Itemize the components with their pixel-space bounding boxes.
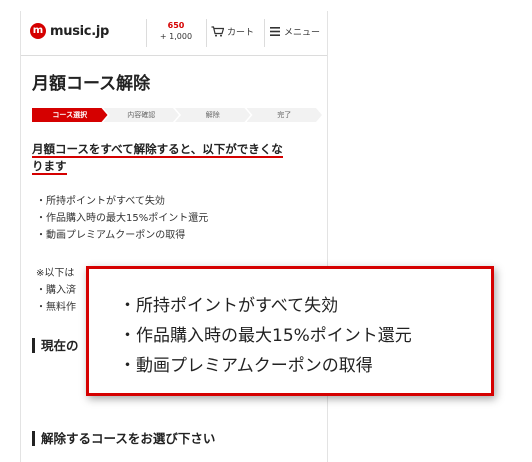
loss-list: 所持ポイントがすべて失効 作品購入時の最大15%ポイント還元 動画プレミアムクー… bbox=[36, 193, 208, 244]
step-complete: 完了 bbox=[247, 108, 323, 122]
step-course-select: コース選択 bbox=[32, 108, 108, 122]
step-cancel: 解除 bbox=[175, 108, 251, 122]
list-item: 作品購入時の最大15%ポイント還元 bbox=[36, 210, 208, 227]
section-choose-course: 解除するコースをお選び下さい bbox=[32, 431, 215, 446]
note-block: ※以下は 購入済 無料作 bbox=[36, 265, 76, 316]
note-prefix: ※以下は bbox=[36, 268, 75, 279]
points-display[interactable]: 650 + 1,000 bbox=[148, 20, 204, 42]
cart-label: カート bbox=[227, 28, 255, 38]
logo-text: music.jp bbox=[50, 23, 110, 39]
header-divider bbox=[264, 19, 265, 47]
header-divider bbox=[206, 19, 207, 47]
note-list: 購入済 無料作 bbox=[36, 282, 76, 316]
app-header: m music.jp 650 + 1,000 カート メニュー bbox=[21, 11, 327, 56]
callout-item: 作品購入時の最大15%ポイント還元 bbox=[119, 321, 491, 351]
step-confirm: 内容確認 bbox=[104, 108, 180, 122]
hamburger-icon bbox=[270, 27, 280, 36]
points-bonus: + 1,000 bbox=[159, 32, 193, 41]
cart-button[interactable]: カート bbox=[211, 25, 254, 38]
list-item: 購入済 bbox=[36, 282, 76, 299]
callout-item: 所持ポイントがすべて失効 bbox=[119, 291, 491, 321]
list-item: 所持ポイントがすべて失効 bbox=[36, 193, 208, 210]
warning-line-2: ります bbox=[32, 159, 67, 175]
points-balance: 650 bbox=[167, 21, 185, 30]
header-divider bbox=[146, 19, 147, 47]
callout-list: 所持ポイントがすべて失効 作品購入時の最大15%ポイント還元 動画プレミアムクー… bbox=[89, 269, 491, 381]
section-current-course: 現在の bbox=[32, 338, 79, 353]
list-item: 無料作 bbox=[36, 299, 76, 316]
cart-icon bbox=[211, 26, 224, 37]
logo[interactable]: m music.jp bbox=[30, 23, 109, 39]
list-item: 動画プレミアムクーポンの取得 bbox=[36, 227, 208, 244]
progress-steps: コース選択 内容確認 解除 完了 bbox=[32, 108, 318, 122]
zoom-callout: 所持ポイントがすべて失効 作品購入時の最大15%ポイント還元 動画プレミアムクー… bbox=[86, 266, 494, 396]
warning-heading: 月額コースをすべて解除すると、以下ができくな ります bbox=[32, 141, 324, 175]
music-logo-icon: m bbox=[30, 23, 46, 39]
menu-label: メニュー bbox=[284, 28, 321, 38]
callout-item: 動画プレミアムクーポンの取得 bbox=[119, 351, 491, 381]
menu-button[interactable]: メニュー bbox=[270, 25, 320, 38]
page-title: 月額コース解除 bbox=[32, 74, 151, 94]
warning-line-1: 月額コースをすべて解除すると、以下ができくな bbox=[32, 142, 283, 158]
